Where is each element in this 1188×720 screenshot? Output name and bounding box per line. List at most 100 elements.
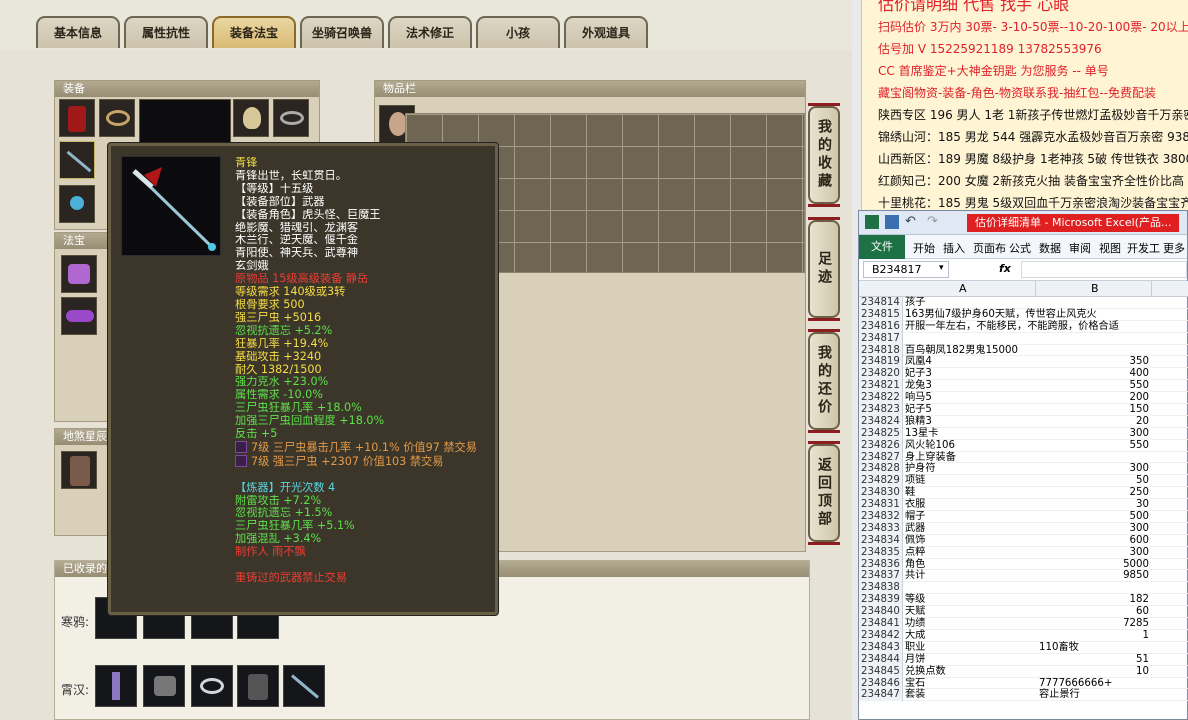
cell-a[interactable]: 月饼 [905, 654, 1035, 666]
row-number[interactable]: 234819 [859, 356, 903, 369]
row-number[interactable]: 234846 [859, 677, 903, 690]
row-number[interactable]: 234830 [859, 487, 903, 500]
row-number[interactable]: 234827 [859, 451, 903, 464]
cell-b[interactable]: 550 [1039, 380, 1149, 392]
tab-spell-fix[interactable]: 法术修正 [388, 16, 472, 48]
fx-icon[interactable]: fx [999, 262, 1011, 275]
cell-a[interactable]: 鞋 [905, 487, 1035, 499]
row-number[interactable]: 234821 [859, 380, 903, 393]
cell-b[interactable]: 400 [1039, 368, 1149, 380]
cell-b[interactable]: 550 [1039, 440, 1149, 452]
cell-a[interactable]: 妃子5 [905, 404, 1035, 416]
formula-input[interactable] [1021, 261, 1187, 278]
row-number[interactable]: 234815 [859, 308, 903, 321]
row-number[interactable]: 234829 [859, 475, 903, 488]
star-slot[interactable] [61, 451, 97, 489]
ribbon-tab-formula[interactable]: 公式 [1009, 240, 1031, 256]
cell-a[interactable]: 狼精3 [905, 416, 1035, 428]
equip-slot-necklace[interactable] [99, 99, 135, 137]
save-icon[interactable] [885, 215, 899, 229]
cell-b[interactable]: 300 [1039, 428, 1149, 440]
cell-b[interactable]: 350 [1039, 356, 1149, 368]
ribbon-file-tab[interactable]: 文件 [859, 235, 905, 259]
cell-b[interactable]: 300 [1039, 523, 1149, 535]
ribbon-tab-review[interactable]: 审阅 [1069, 240, 1091, 256]
equip-slot-armor[interactable] [59, 99, 95, 137]
cell-a[interactable]: 兑换点数 [905, 666, 1035, 678]
cell-b[interactable]: 容止景行 [1039, 689, 1149, 701]
cell-b[interactable]: 150 [1039, 404, 1149, 416]
collected-item[interactable] [143, 665, 185, 707]
tab-child[interactable]: 小孩 [476, 16, 560, 48]
cell-b[interactable]: 20 [1039, 416, 1149, 428]
row-number[interactable]: 234825 [859, 427, 903, 440]
cell-b[interactable]: 7777666666+ [1039, 678, 1149, 690]
cell-a[interactable]: 大成 [905, 630, 1035, 642]
cell-b[interactable]: 10 [1039, 666, 1149, 678]
magic-slot-2[interactable] [61, 297, 97, 335]
cell-a[interactable]: 响马5 [905, 392, 1035, 404]
row-number[interactable]: 234837 [859, 570, 903, 583]
cell-a[interactable]: 帽子 [905, 511, 1035, 523]
row-number[interactable]: 234834 [859, 534, 903, 547]
row-number[interactable]: 234838 [859, 582, 903, 595]
cell-a[interactable]: 妃子3 [905, 368, 1035, 380]
row-number[interactable]: 234824 [859, 415, 903, 428]
cell-a[interactable]: 天赋 [905, 606, 1035, 618]
cell-a[interactable]: 角色 [905, 559, 1035, 571]
tab-basic-info[interactable]: 基本信息 [36, 16, 120, 48]
tab-mount-summon[interactable]: 坐骑召唤兽 [300, 16, 384, 48]
collected-item[interactable] [95, 665, 137, 707]
cell-a[interactable]: 护身符 [905, 463, 1035, 475]
cell-a[interactable]: 套装 [905, 689, 1035, 701]
tab-equipment[interactable]: 装备法宝 [212, 16, 296, 48]
my-favorites-button[interactable]: 我的收藏 [808, 103, 840, 207]
row-number[interactable]: 234839 [859, 594, 903, 607]
ribbon-tab-developer[interactable]: 开发工 [1127, 240, 1160, 256]
row-number[interactable]: 234835 [859, 546, 903, 559]
cell-a[interactable]: 龙兔3 [905, 380, 1035, 392]
row-number[interactable]: 234818 [859, 344, 903, 357]
ribbon-tab-data[interactable]: 数据 [1039, 240, 1061, 256]
cell-a[interactable]: 职业 [905, 642, 1035, 654]
cell-b[interactable]: 60 [1039, 606, 1149, 618]
footprint-button[interactable]: 足迹 [808, 217, 840, 321]
cell-b[interactable]: 500 [1039, 511, 1149, 523]
cell-b[interactable]: 7285 [1039, 618, 1149, 630]
row-number[interactable]: 234845 [859, 665, 903, 678]
cell-a[interactable]: 项链 [905, 475, 1035, 487]
cell-a[interactable]: 163男仙7级护身60天赋，传世容止风克火 [905, 309, 1097, 321]
cell-b[interactable]: 1 [1039, 630, 1149, 642]
row-number[interactable]: 234814 [859, 297, 903, 309]
row-number[interactable]: 234840 [859, 606, 903, 619]
cell-b[interactable]: 9850 [1039, 570, 1149, 582]
cell-b[interactable]: 5000 [1039, 559, 1149, 571]
row-number[interactable]: 234843 [859, 641, 903, 654]
cell-a[interactable]: 佩饰 [905, 535, 1035, 547]
cell-b[interactable]: 250 [1039, 487, 1149, 499]
cell-a[interactable]: 等级 [905, 594, 1035, 606]
cell-a[interactable]: 风火轮106 [905, 440, 1035, 452]
equip-slot-accessory[interactable] [59, 185, 95, 223]
collected-item[interactable] [237, 665, 279, 707]
cell-a[interactable]: 共计 [905, 570, 1035, 582]
tab-appearance[interactable]: 外观道具 [564, 16, 648, 48]
cell-a[interactable]: 武器 [905, 523, 1035, 535]
row-number[interactable]: 234832 [859, 511, 903, 523]
row-number[interactable]: 234822 [859, 392, 903, 405]
cell-b[interactable]: 50 [1039, 475, 1149, 487]
ribbon-tab-home[interactable]: 开始 [913, 240, 935, 256]
row-number[interactable]: 234844 [859, 653, 903, 666]
cell-a[interactable]: 宝石 [905, 678, 1035, 690]
my-counteroffer-button[interactable]: 我的还价 [808, 329, 840, 433]
cell-a[interactable]: 身上穿装备 [905, 452, 1035, 464]
ribbon-tab-view[interactable]: 视图 [1099, 240, 1121, 256]
col-header-b[interactable]: B [1091, 282, 1099, 295]
cell-a[interactable]: 点粹 [905, 547, 1035, 559]
row-number[interactable]: 234847 [859, 689, 903, 702]
cell-a[interactable]: 衣服 [905, 499, 1035, 511]
ribbon-tab-layout[interactable]: 页面布 [973, 240, 1006, 256]
row-number[interactable]: 234831 [859, 499, 903, 512]
row-number[interactable]: 234826 [859, 439, 903, 452]
cell-a[interactable]: 凤凰4 [905, 356, 1035, 368]
